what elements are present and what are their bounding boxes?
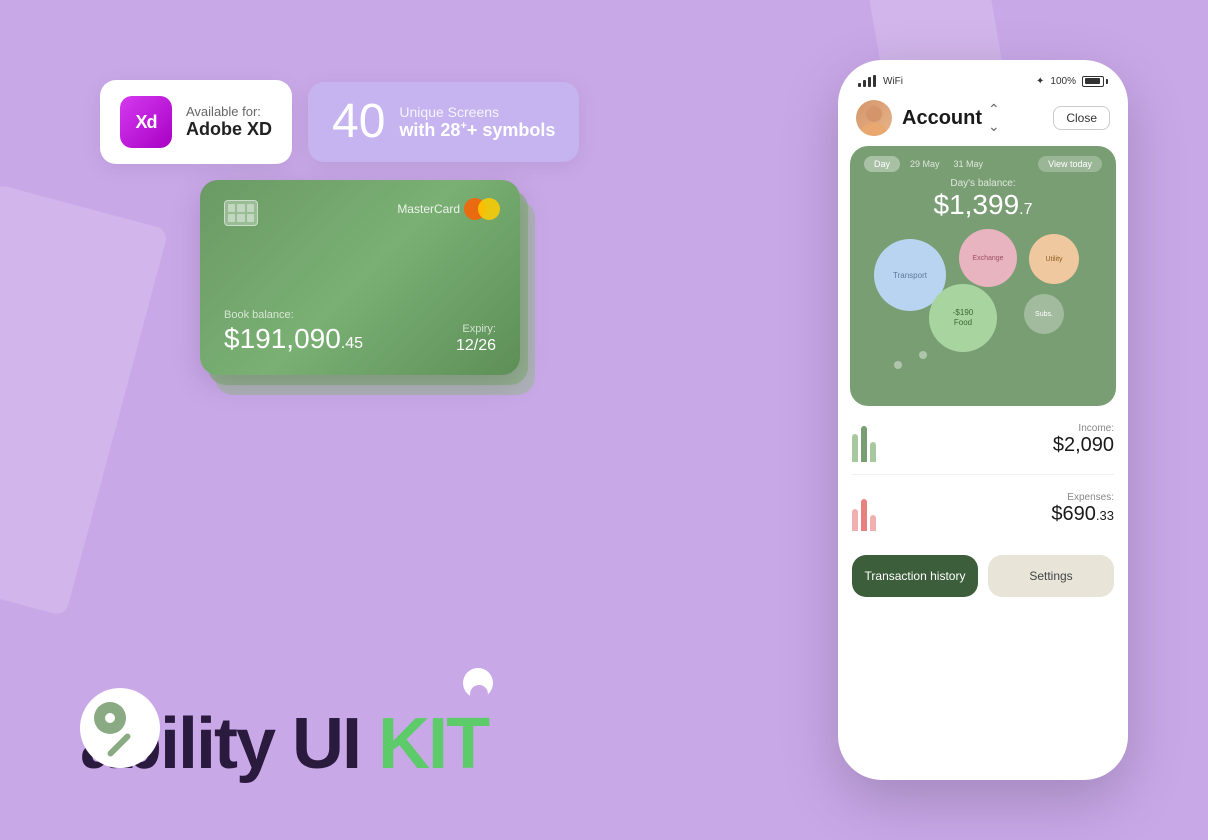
exp-bar-1: [852, 509, 858, 531]
bluetooth-icon: ✦: [1036, 76, 1044, 87]
signal-bars: [858, 75, 876, 87]
battery-fill: [1085, 78, 1100, 84]
adobe-xd-icon: Xd: [120, 96, 172, 148]
card-expiry-label: Expiry:: [456, 323, 496, 335]
expenses-bars: [852, 487, 882, 531]
income-label: Income:: [1053, 423, 1114, 434]
bubble-food: -$190 Food: [929, 284, 997, 352]
battery-percent: 100%: [1050, 76, 1076, 87]
account-title-wrap: Account ⌃⌄: [902, 101, 1000, 135]
chart-container: Day 29 May 31 May View today Day's balan…: [850, 146, 1116, 406]
bubble-chart: Transport Exchange Utility -$190 Food Su…: [864, 229, 1102, 389]
credit-card-main: MasterCard Book balance: $191,090.45 Exp…: [200, 180, 520, 375]
expenses-amount: $690.33: [1051, 503, 1114, 526]
stats-section: Income: $2,090 Expenses: $690.33: [838, 406, 1128, 543]
income-row: Income: $2,090: [852, 406, 1114, 475]
phone-header: Account ⌃⌄ Close: [838, 96, 1128, 146]
key-head: [94, 702, 126, 734]
adobe-name-label: Adobe XD: [186, 119, 272, 140]
close-button[interactable]: Close: [1053, 106, 1110, 130]
card-balance-amount: $191,090.45: [224, 323, 363, 355]
balance-amount: $1,399.7: [864, 189, 1102, 221]
bar-3: [868, 77, 871, 87]
exp-bar-3: [870, 515, 876, 531]
phone-frame: WiFi ✦ 100%: [838, 60, 1128, 780]
status-right: ✦ 100%: [1036, 76, 1108, 87]
mastercard-logo: [464, 198, 500, 220]
available-for-label: Available for:: [186, 104, 272, 119]
key-circle: [80, 688, 160, 768]
balance-label: Day's balance:: [864, 178, 1102, 189]
avatar: [856, 100, 892, 136]
battery-tip: [1106, 79, 1108, 84]
screens-text: Unique Screens with 28++ symbols: [399, 104, 555, 141]
bar-2: [863, 80, 866, 87]
account-title: Account: [902, 107, 982, 130]
key-tail: [463, 668, 493, 698]
mc-circle-right: [478, 198, 500, 220]
brand-logo-area: ability UI KIT: [80, 688, 488, 780]
income-values: Income: $2,090: [1053, 423, 1114, 457]
chart-tabs: Day 29 May 31 May View today: [864, 156, 1102, 172]
bar-1: [858, 83, 861, 87]
battery-body: [1082, 76, 1104, 87]
view-today-button[interactable]: View today: [1038, 156, 1102, 172]
key-shaft: [106, 732, 131, 757]
income-amount: $2,090: [1053, 434, 1114, 457]
bubble-utility: Utility: [1029, 234, 1079, 284]
top-badges-container: Xd Available for: Adobe XD 40 Unique Scr…: [100, 80, 579, 164]
dot-1: [894, 361, 902, 369]
exp-bar-2: [861, 499, 867, 531]
key-hole: [105, 713, 115, 723]
bar-4: [873, 75, 876, 87]
income-bar-1: [852, 434, 858, 462]
expenses-row: Expenses: $690.33: [852, 475, 1114, 543]
card-balance-label: Book balance:: [224, 309, 363, 321]
with-symbols-label: with 28++ symbols: [399, 120, 555, 141]
expenses-values: Expenses: $690.33: [1051, 492, 1114, 526]
income-bar-3: [870, 442, 876, 462]
screens-number: 40: [332, 98, 385, 146]
dot-2: [919, 351, 927, 359]
phone-container: WiFi ✦ 100%: [838, 60, 1128, 780]
mastercard-label: MasterCard: [397, 202, 460, 216]
card-chip: [224, 200, 258, 226]
avatar-image: [856, 100, 892, 136]
bubble-exchange: Exchange: [959, 229, 1017, 287]
bubble-subs: Subs.: [1024, 294, 1064, 334]
transaction-history-button[interactable]: Transaction history: [852, 555, 978, 597]
settings-button[interactable]: Settings: [988, 555, 1114, 597]
account-left: Account ⌃⌄: [856, 100, 1000, 136]
adobe-badge: Xd Available for: Adobe XD: [100, 80, 292, 164]
adobe-text: Available for: Adobe XD: [186, 104, 272, 140]
chevron-icon[interactable]: ⌃⌄: [988, 101, 1000, 135]
income-bars: [852, 418, 882, 462]
card-expiry-section: Expiry: 12/26: [456, 323, 496, 355]
key-tail-inner: [470, 685, 488, 703]
status-bar: WiFi ✦ 100%: [838, 60, 1128, 96]
food-amount: -$190 Food: [953, 308, 973, 327]
chart-date2: 31 May: [954, 159, 984, 169]
card-brand: MasterCard: [397, 198, 500, 220]
screens-badge: 40 Unique Screens with 28++ symbols: [308, 82, 579, 162]
cards-area: MasterCard Book balance: $191,090.45 Exp…: [200, 180, 520, 375]
signal-indicator: WiFi: [858, 75, 903, 87]
phone-bottom: Transaction history Settings: [838, 543, 1128, 609]
tab-day[interactable]: Day: [864, 156, 900, 172]
unique-label: Unique Screens: [399, 104, 555, 120]
card-expiry-value: 12/26: [456, 337, 496, 355]
card-balance-section: Book balance: $191,090.45: [224, 309, 363, 355]
expenses-label: Expenses:: [1051, 492, 1114, 503]
chart-date1: 29 May: [910, 159, 940, 169]
income-bar-2: [861, 426, 867, 462]
battery-icon: [1082, 76, 1108, 87]
